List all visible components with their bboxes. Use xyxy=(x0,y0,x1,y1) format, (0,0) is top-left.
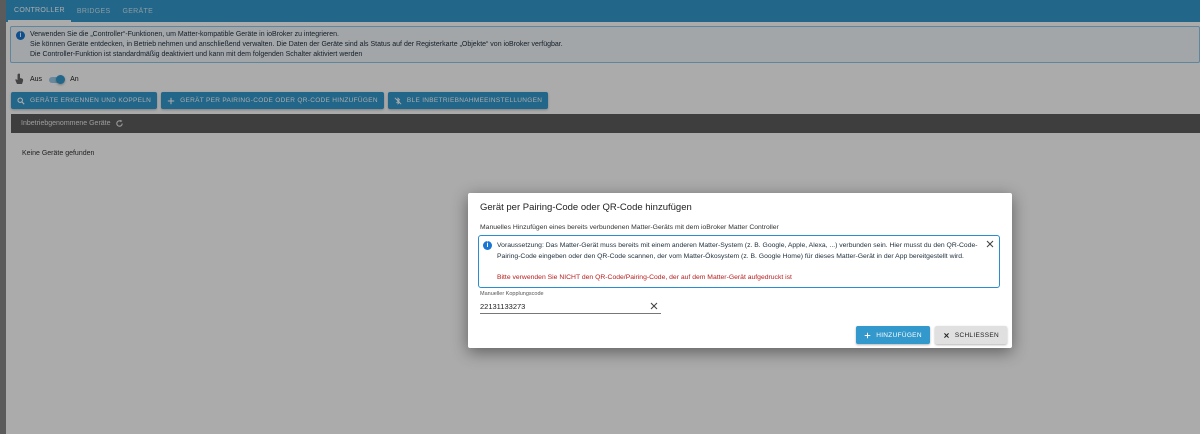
close-button-label: SCHLIESSEN xyxy=(954,331,999,339)
close-icon xyxy=(943,332,949,338)
dialog-title: Gerät per Pairing-Code oder QR-Code hinz… xyxy=(480,202,692,213)
add-button-label: HINZUFÜGEN xyxy=(876,331,922,339)
pairing-code-field xyxy=(480,299,661,314)
pairing-code-input[interactable] xyxy=(480,299,640,313)
dialog-actions: HINZUFÜGEN SCHLIESSEN xyxy=(856,326,1007,344)
pairing-code-label: Manueller Kopplungscode xyxy=(480,291,544,297)
add-device-dialog: Gerät per Pairing-Code oder QR-Code hinz… xyxy=(468,193,1012,348)
dialog-subtitle: Manuelles Hinzufügen eines bereits verbu… xyxy=(480,224,779,231)
prerequisite-alert: i Voraussetzung: Das Matter-Gerät muss b… xyxy=(478,235,1000,288)
alert-warning: Bitte verwenden Sie NICHT den QR-Code/Pa… xyxy=(497,274,792,281)
add-button[interactable]: HINZUFÜGEN xyxy=(856,326,930,344)
alert-text: Voraussetzung: Das Matter-Gerät muss ber… xyxy=(497,242,978,260)
plus-icon xyxy=(864,332,871,338)
close-icon[interactable] xyxy=(985,239,995,249)
clear-icon[interactable] xyxy=(649,301,659,311)
info-icon: i xyxy=(483,241,492,250)
close-button[interactable]: SCHLIESSEN xyxy=(934,326,1007,344)
